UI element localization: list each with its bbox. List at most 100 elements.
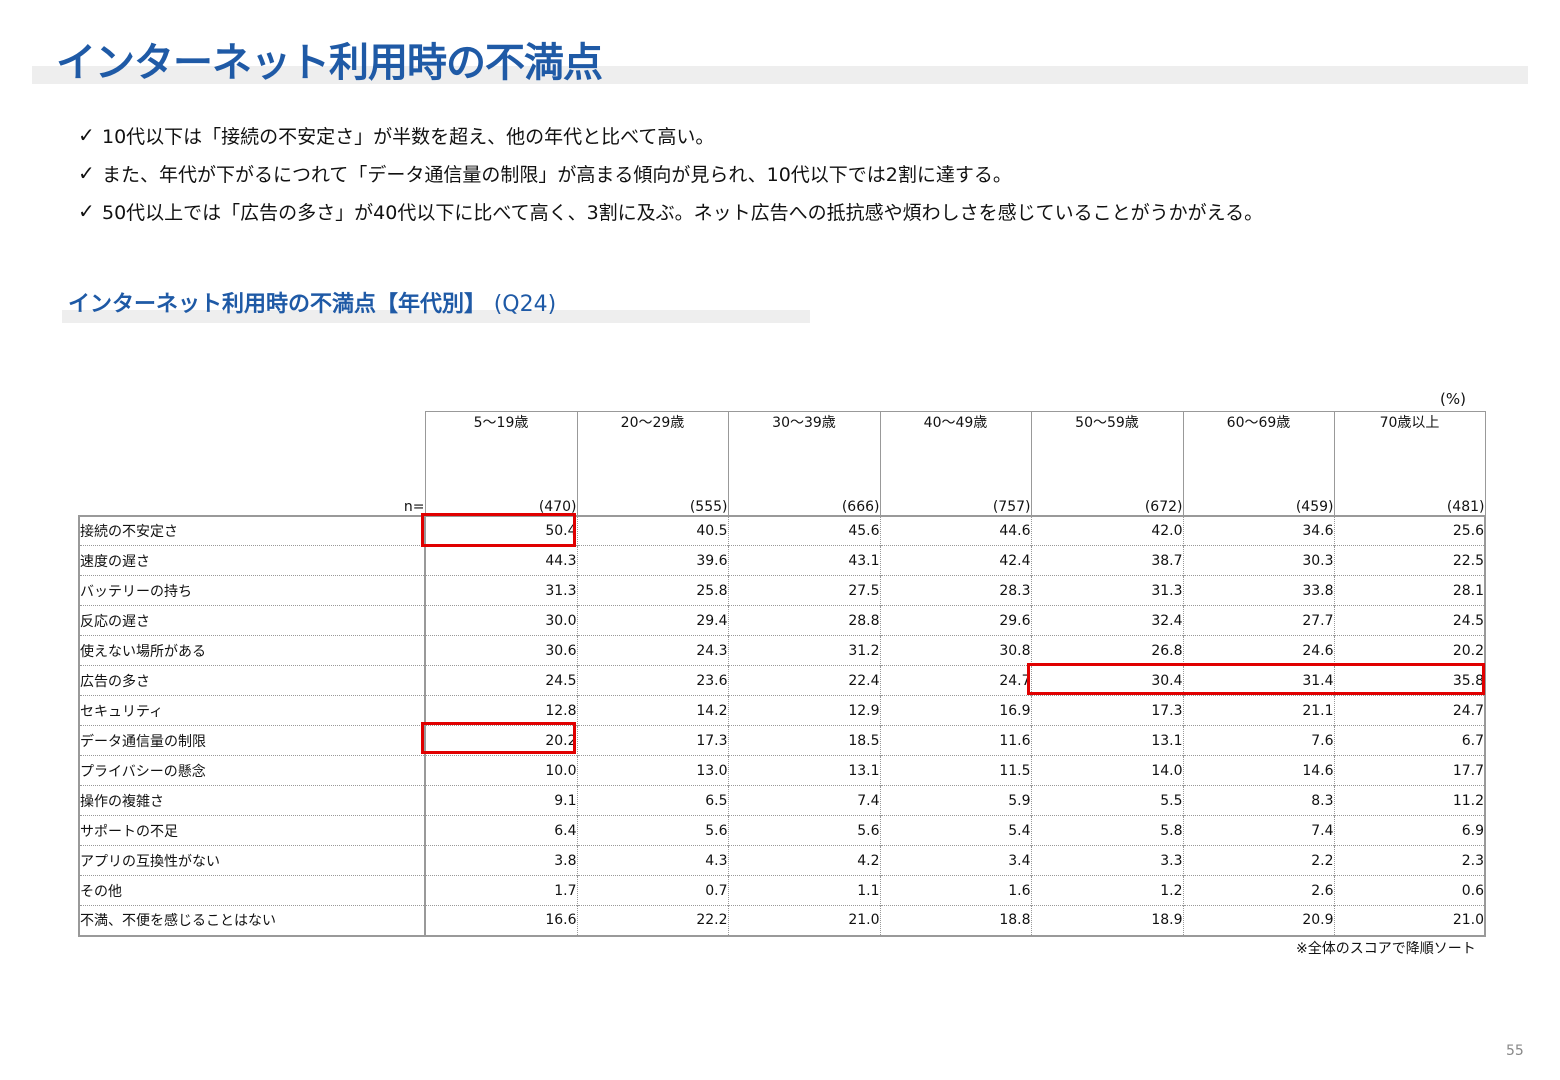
column-header: 20～29歳 xyxy=(576,411,729,488)
table-cell: 11.5 xyxy=(879,755,1032,786)
table-row: セキュリティ 12.8 14.2 12.9 16.9 17.3 21.1 24.7 xyxy=(78,695,1486,726)
sample-size: (555) xyxy=(576,487,729,516)
table-cell: 22.5 xyxy=(1333,545,1486,576)
page-title: インターネット利用時の不満点 xyxy=(56,40,603,86)
table-cell: 9.1 xyxy=(424,785,578,816)
table-cell: 14.6 xyxy=(1182,755,1335,786)
table-cell: 26.8 xyxy=(1030,635,1184,666)
highlight-box xyxy=(421,722,576,754)
table-cell: 21.1 xyxy=(1182,695,1335,726)
table-cell: 13.1 xyxy=(1030,725,1184,756)
row-label: その他 xyxy=(78,875,426,906)
table-cell: 5.6 xyxy=(576,815,729,846)
highlight-box xyxy=(1027,663,1485,695)
row-label: 広告の多さ xyxy=(78,665,426,696)
table-cell: 4.3 xyxy=(576,845,729,876)
table-cell: 7.6 xyxy=(1182,725,1335,756)
table-cell: 33.8 xyxy=(1182,575,1335,606)
table-cell: 42.0 xyxy=(1030,514,1184,546)
table-cell: 32.4 xyxy=(1030,605,1184,636)
table-row: データ通信量の制限 20.2 17.3 18.5 11.6 13.1 7.6 6.7 xyxy=(78,725,1486,756)
column-header: 70歳以上 xyxy=(1333,411,1486,488)
table-cell: 30.8 xyxy=(879,635,1032,666)
column-header: 5～19歳 xyxy=(424,411,578,488)
check-icon: ✓ xyxy=(78,199,95,223)
table-row: 不満、不便を感じることはない 16.6 22.2 21.0 18.8 18.9 20.9 21… xyxy=(78,905,1486,937)
table-cell: 1.7 xyxy=(424,875,578,906)
table-cell: 23.6 xyxy=(576,665,729,696)
table-cell: 16.9 xyxy=(879,695,1032,726)
bullet-text: 10代以下は「接続の不安定さ」が半数を超え、他の年代と比べて高い。 xyxy=(102,125,715,148)
header-blank xyxy=(79,412,425,488)
table-cell: 5.4 xyxy=(879,815,1032,846)
table-cell: 30.3 xyxy=(1182,545,1335,576)
table-cell: 22.4 xyxy=(727,665,881,696)
row-label: セキュリティ xyxy=(78,695,426,726)
table-cell: 5.6 xyxy=(727,815,881,846)
row-label: バッテリーの持ち xyxy=(78,575,426,606)
table-cell: 28.8 xyxy=(727,605,881,636)
table-cell: 27.5 xyxy=(727,575,881,606)
row-label: アプリの互換性がない xyxy=(78,845,426,876)
row-label: 反応の遅さ xyxy=(78,605,426,636)
table-cell: 28.3 xyxy=(879,575,1032,606)
table-cell: 24.6 xyxy=(1182,635,1335,666)
column-header: 40～49歳 xyxy=(879,411,1032,488)
table-cell: 20.2 xyxy=(1333,635,1486,666)
table-cell: 6.5 xyxy=(576,785,729,816)
table-cell: 21.0 xyxy=(1333,905,1486,937)
column-header: 50～59歳 xyxy=(1030,411,1184,488)
table-cell: 45.6 xyxy=(727,514,881,546)
table-cell: 43.1 xyxy=(727,545,881,576)
table-cell: 5.8 xyxy=(1030,815,1184,846)
row-label: 操作の複雑さ xyxy=(78,785,426,816)
table-cell: 1.6 xyxy=(879,875,1032,906)
table-cell: 2.3 xyxy=(1333,845,1486,876)
table-cell: 13.0 xyxy=(576,755,729,786)
table-cell: 14.2 xyxy=(576,695,729,726)
table-cell: 12.8 xyxy=(424,695,578,726)
table-cell: 12.9 xyxy=(727,695,881,726)
table-cell: 0.6 xyxy=(1333,875,1486,906)
table-cell: 31.2 xyxy=(727,635,881,666)
table-cell: 25.8 xyxy=(576,575,729,606)
table-cell: 18.9 xyxy=(1030,905,1184,937)
table-row: 速度の遅さ 44.3 39.6 43.1 42.4 38.7 30.3 22.5 xyxy=(78,545,1486,576)
table-cell: 3.8 xyxy=(424,845,578,876)
table-cell: 7.4 xyxy=(727,785,881,816)
table-row: 使えない場所がある 30.6 24.3 31.2 30.8 26.8 24.6 20.2 xyxy=(78,635,1486,666)
table-cell: 1.2 xyxy=(1030,875,1184,906)
table-cell: 2.6 xyxy=(1182,875,1335,906)
table-cell: 30.6 xyxy=(424,635,578,666)
table-title-question: (Q24) xyxy=(493,292,557,317)
table-cell: 29.4 xyxy=(576,605,729,636)
table-row: その他 1.7 0.7 1.1 1.6 1.2 2.6 0.6 xyxy=(78,875,1486,906)
table-cell: 1.1 xyxy=(727,875,881,906)
column-header: 60～69歳 xyxy=(1182,411,1335,488)
table-cell: 3.3 xyxy=(1030,845,1184,876)
bullet-text: また、年代が下がるにつれて「データ通信量の制限」が高まる傾向が見られ、10代以下… xyxy=(102,163,1012,186)
table-cell: 14.0 xyxy=(1030,755,1184,786)
table-row: バッテリーの持ち 31.3 25.8 27.5 28.3 31.3 33.8 28.1 xyxy=(78,575,1486,606)
table-cell: 11.2 xyxy=(1333,785,1486,816)
table-title: インターネット利用時の不満点【年代別】 (Q24) xyxy=(68,286,556,318)
table-title-main: インターネット利用時の不満点【年代別】 xyxy=(68,292,487,317)
row-label: データ通信量の制限 xyxy=(78,725,426,756)
table-cell: 27.7 xyxy=(1182,605,1335,636)
table-cell: 24.5 xyxy=(1333,605,1486,636)
sample-size: (757) xyxy=(879,487,1032,516)
table-cell: 29.6 xyxy=(879,605,1032,636)
table-cell: 24.7 xyxy=(1333,695,1486,726)
table-cell: 13.1 xyxy=(727,755,881,786)
sample-size-label: n= xyxy=(403,498,425,515)
table-cell: 6.9 xyxy=(1333,815,1486,846)
table-cell: 6.4 xyxy=(424,815,578,846)
table-cell: 25.6 xyxy=(1333,514,1486,546)
bullet-text: 50代以上では「広告の多さ」が40代以下に比べて高く、3割に及ぶ。ネット広告への… xyxy=(102,201,1264,224)
table-cell: 3.4 xyxy=(879,845,1032,876)
table-cell: 18.5 xyxy=(727,725,881,756)
bullet-item: ✓ 50代以上では「広告の多さ」が40代以下に比べて高く、3割に及ぶ。ネット広告へ… xyxy=(78,192,1263,230)
table-cell: 21.0 xyxy=(727,905,881,937)
table-cell: 16.6 xyxy=(424,905,578,937)
table-cell: 44.3 xyxy=(424,545,578,576)
